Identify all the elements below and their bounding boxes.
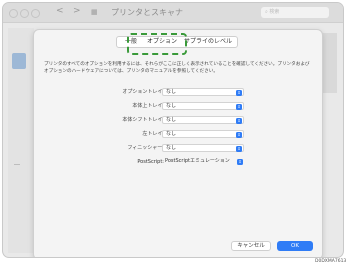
background-panel bbox=[321, 33, 337, 93]
image-code: D0DXMA7613 bbox=[315, 259, 347, 264]
option-label: フィニッシャー: bbox=[127, 145, 164, 151]
option-popup[interactable]: PostScriptエミュレーション ⇕ bbox=[162, 158, 244, 166]
search-icon: ⌕ bbox=[265, 9, 268, 15]
back-button[interactable]: < bbox=[56, 6, 64, 16]
remove-printer-button[interactable] bbox=[14, 164, 20, 165]
option-row: フィニッシャー: なし ⇕ bbox=[34, 144, 322, 152]
option-row: 本体上トレイ: なし ⇕ bbox=[34, 102, 322, 110]
chevron-updown-icon: ⇕ bbox=[236, 89, 242, 96]
description-text: プリンタのすべてのオプションを利用するには、それらがここに正しく表示されているこ… bbox=[44, 62, 310, 74]
option-popup[interactable]: なし ⇕ bbox=[162, 116, 244, 124]
option-row: 左トレイ: なし ⇕ bbox=[34, 130, 322, 138]
printer-icon bbox=[12, 53, 26, 69]
option-row: 本体シフトトレイ: なし ⇕ bbox=[34, 116, 322, 124]
chevron-updown-icon: ⇕ bbox=[236, 131, 242, 138]
zoom-window-button[interactable] bbox=[31, 9, 40, 18]
cancel-button[interactable]: キャンセル bbox=[231, 241, 271, 251]
option-popup[interactable]: なし ⇕ bbox=[162, 88, 244, 96]
option-value: なし bbox=[166, 89, 177, 95]
option-label: オプショントレイ: bbox=[122, 89, 164, 95]
options-tab-highlight bbox=[127, 33, 187, 55]
option-label: PostScript: bbox=[137, 159, 164, 165]
search-placeholder: 検索 bbox=[269, 9, 280, 15]
option-popup[interactable]: なし ⇕ bbox=[162, 130, 244, 138]
chevron-updown-icon: ⇕ bbox=[237, 158, 243, 165]
option-popup[interactable]: なし ⇕ bbox=[162, 144, 244, 152]
option-row: オプショントレイ: なし ⇕ bbox=[34, 88, 322, 96]
chevron-updown-icon: ⇕ bbox=[236, 117, 242, 124]
chevron-updown-icon: ⇕ bbox=[236, 103, 242, 110]
tab-supply-levels[interactable]: サプライのレベル bbox=[179, 37, 237, 47]
option-row: PostScript: PostScriptエミュレーション ⇕ bbox=[34, 158, 322, 166]
window-title: プリンタとスキャナ bbox=[111, 8, 183, 17]
printers-window: < > ▦ プリンタとスキャナ ⌕ 検索 一般 オプション サプライのレベル プ… bbox=[2, 2, 344, 258]
option-popup[interactable]: なし ⇕ bbox=[162, 102, 244, 110]
option-value: なし bbox=[166, 103, 177, 109]
minimize-window-button[interactable] bbox=[20, 9, 29, 18]
grid-view-icon[interactable]: ▦ bbox=[91, 8, 98, 16]
option-value: なし bbox=[166, 117, 177, 123]
search-field[interactable]: ⌕ 検索 bbox=[261, 7, 329, 18]
option-label: 本体上トレイ: bbox=[132, 103, 164, 109]
chevron-updown-icon: ⇕ bbox=[236, 145, 242, 152]
ok-button[interactable]: OK bbox=[277, 241, 313, 251]
option-value: なし bbox=[166, 131, 177, 137]
option-label: 左トレイ: bbox=[142, 131, 164, 137]
option-value: なし bbox=[166, 145, 177, 151]
title-bar: < > ▦ プリンタとスキャナ ⌕ 検索 bbox=[3, 3, 343, 23]
option-value: PostScriptエミュレーション bbox=[165, 158, 230, 164]
close-window-button[interactable] bbox=[9, 9, 18, 18]
options-sheet: 一般 オプション サプライのレベル プリンタのすべてのオプションを利用するには、… bbox=[33, 29, 323, 257]
forward-button[interactable]: > bbox=[73, 6, 81, 16]
option-label: 本体シフトトレイ: bbox=[122, 117, 164, 123]
